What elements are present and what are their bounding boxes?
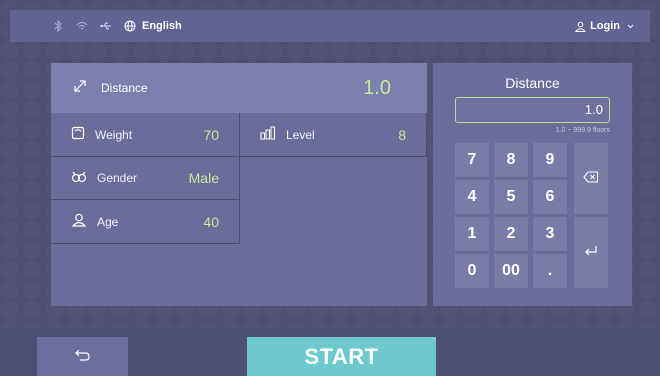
backspace-icon [583, 170, 599, 188]
key-7[interactable]: 7 [455, 143, 489, 177]
key-decimal[interactable]: . [533, 254, 567, 288]
key-1[interactable]: 1 [455, 217, 489, 251]
chevron-down-icon [624, 20, 636, 32]
bars-icon [260, 126, 276, 143]
language-label: English [142, 20, 182, 32]
wifi-icon [76, 20, 88, 32]
start-button[interactable]: START [247, 337, 436, 376]
age-row[interactable]: Age 40 [51, 200, 240, 244]
weight-value: 70 [203, 126, 219, 143]
range-hint: 1.0 ~ 999.9 floors [555, 127, 610, 134]
distance-row[interactable]: Distance 1.0 [51, 63, 427, 113]
globe-icon [124, 20, 136, 32]
status-bar: English Login [10, 10, 650, 42]
key-6[interactable]: 6 [533, 180, 567, 214]
back-arrow-icon [74, 348, 91, 366]
login-label: Login [590, 20, 620, 32]
bluetooth-icon [52, 20, 64, 32]
keypad-panel: Distance 1.0 1.0 ~ 999.9 floors 7 8 9 4 … [433, 63, 632, 306]
distance-value: 1.0 [363, 76, 391, 99]
distance-label: Distance [101, 81, 148, 95]
enter-icon [584, 244, 598, 262]
key-4[interactable]: 4 [455, 180, 489, 214]
level-label: Level [286, 127, 315, 142]
key-3[interactable]: 3 [533, 217, 567, 251]
user-icon [574, 20, 586, 32]
distance-input[interactable]: 1.0 [455, 97, 610, 123]
workout-settings-panel: Distance 1.0 Weight 70 Level 8 Gender Ma… [51, 63, 427, 306]
gender-row[interactable]: Gender Male [51, 157, 240, 200]
weight-row[interactable]: Weight 70 [51, 113, 240, 157]
key-2[interactable]: 2 [494, 217, 528, 251]
gender-value: Male [188, 170, 219, 186]
level-row[interactable]: Level 8 [240, 113, 427, 157]
scale-icon [71, 126, 85, 143]
diagonal-arrow-icon [73, 79, 87, 98]
key-9[interactable]: 9 [533, 143, 567, 177]
key-00[interactable]: 00 [494, 254, 528, 288]
key-5[interactable]: 5 [494, 180, 528, 214]
back-button[interactable] [37, 337, 128, 376]
keypad-title: Distance [505, 75, 560, 91]
person-icon [71, 213, 87, 230]
backspace-button[interactable] [574, 143, 608, 214]
language-selector[interactable]: English [124, 20, 182, 32]
level-value: 8 [398, 126, 406, 143]
enter-button[interactable] [574, 217, 608, 288]
gender-label: Gender [97, 171, 138, 185]
gender-icon [71, 170, 87, 187]
key-0[interactable]: 0 [455, 254, 489, 288]
age-value: 40 [203, 213, 219, 230]
weight-label: Weight [95, 127, 133, 142]
login-button[interactable]: Login [574, 20, 636, 32]
age-label: Age [97, 214, 119, 229]
usb-icon [100, 20, 112, 32]
key-8[interactable]: 8 [494, 143, 528, 177]
